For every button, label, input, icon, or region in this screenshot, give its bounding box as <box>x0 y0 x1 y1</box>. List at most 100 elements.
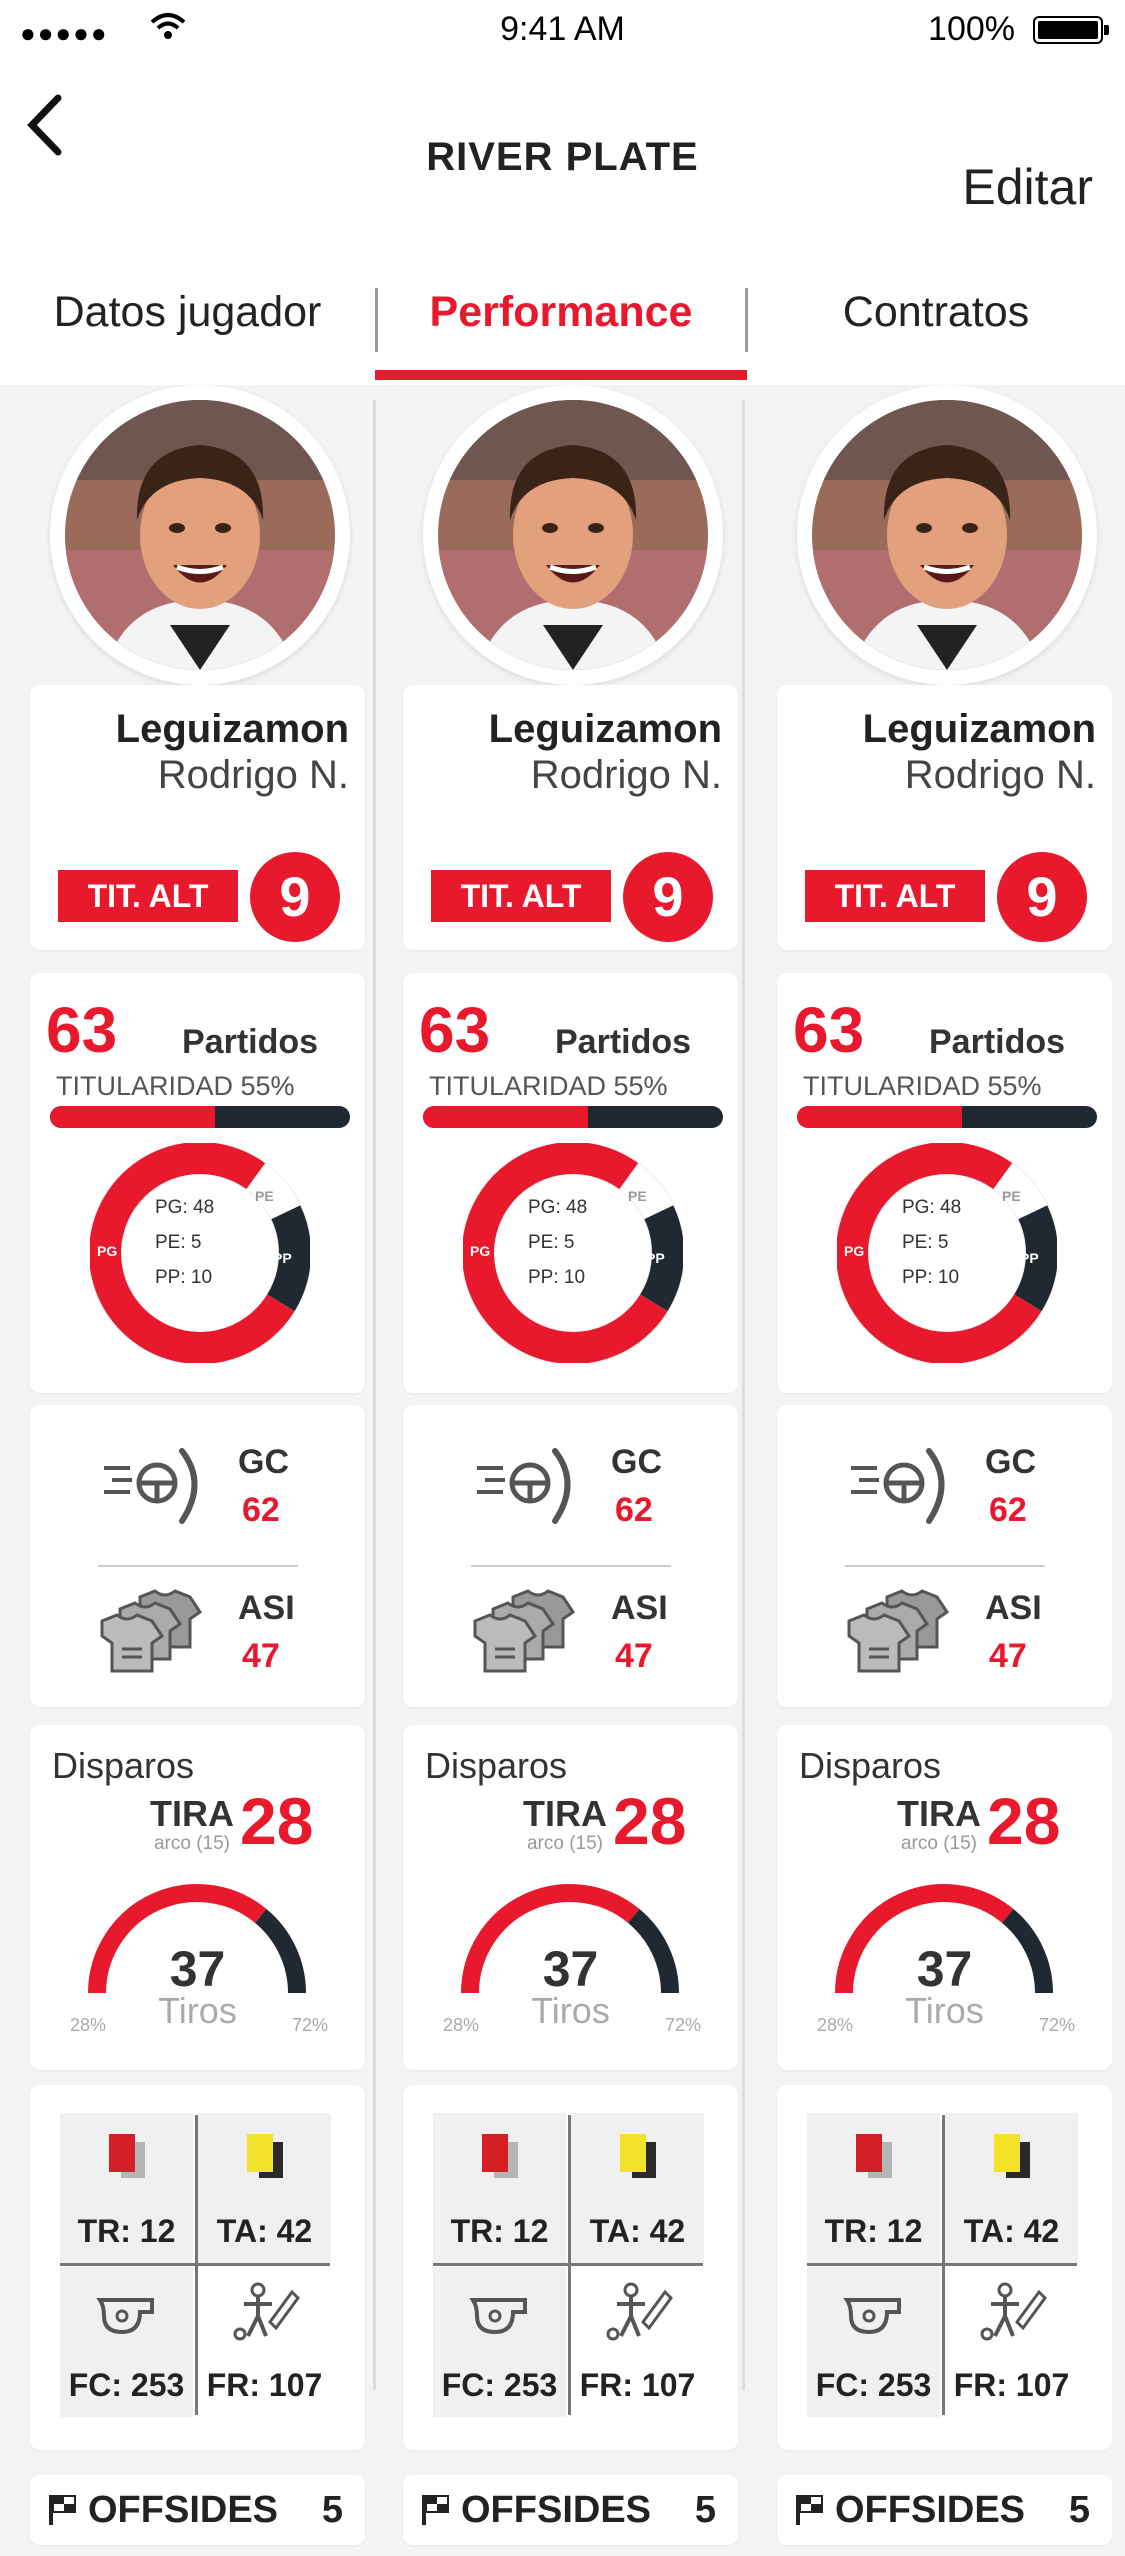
divider <box>471 1565 671 1567</box>
red-card-icon <box>855 2134 892 2178</box>
offside-flag-icon <box>49 2495 76 2525</box>
goals-value: 62 <box>242 1491 280 1529</box>
pg-stat-text: PG: 48 <box>528 1197 587 1218</box>
assists-label: ASI <box>611 1589 668 1627</box>
player-column[interactable]: Leguizamon Rodrigo N. TIT. ALT 9 63 Part… <box>777 385 1117 2556</box>
offsides-card: OFFSIDES 5 <box>777 2475 1112 2545</box>
matches-label: Partidos <box>182 1023 319 1061</box>
offsides-value: 5 <box>321 2489 343 2531</box>
yellow-card-icon <box>993 2134 1030 2178</box>
pg-segment-label: PG <box>470 1243 490 1259</box>
role-badge: TIT. ALT <box>58 870 238 922</box>
pp-segment-label: PP <box>273 1250 292 1266</box>
goals-label: GC <box>985 1443 1036 1481</box>
role-badge: TIT. ALT <box>431 870 611 922</box>
tab-datos-jugador[interactable]: Datos jugador <box>0 260 375 385</box>
tab-contratos[interactable]: Contratos <box>747 260 1125 385</box>
matches-count: 63 <box>46 994 118 1066</box>
pp-segment-label: PP <box>1020 1250 1039 1266</box>
jersey-number-badge: 9 <box>623 852 713 942</box>
offside-flag-icon <box>796 2495 823 2525</box>
starter-progress-bar <box>423 1106 723 1128</box>
shots-title: Disparos <box>799 1745 942 1786</box>
assists-label: ASI <box>238 1589 295 1627</box>
tab-bar: Datos jugador Performance Contratos <box>0 260 1125 385</box>
player-last-name: Leguizamon <box>862 707 1096 751</box>
gauge-right-percent: 72% <box>292 2015 329 2035</box>
edit-button[interactable]: Editar <box>962 158 1093 216</box>
tab-divider <box>745 288 748 352</box>
player-column[interactable]: Leguizamon Rodrigo N. TIT. ALT 9 63 Part… <box>403 385 743 2556</box>
pe-segment-label: PE <box>255 1188 274 1204</box>
fouls-committed-value: FC: 253 <box>68 2367 185 2403</box>
tab-divider <box>375 288 378 352</box>
pg-segment-label: PG <box>97 1243 117 1259</box>
column-divider <box>373 400 376 2390</box>
red-card-icon <box>481 2134 518 2178</box>
goals-assists-card: GC 62 ASI 47 <box>777 1405 1112 1707</box>
red-cards-value: TR: 12 <box>824 2213 923 2249</box>
whistle-icon <box>842 2298 901 2335</box>
pg-stat-text: PG: 48 <box>902 1197 961 1218</box>
starter-label: TITULARIDAD 55% <box>56 1071 295 1101</box>
offsides-value: 5 <box>1068 2489 1090 2531</box>
pe-segment-label: PE <box>628 1188 647 1204</box>
player-avatar <box>50 385 350 685</box>
matches-label: Partidos <box>555 1023 692 1061</box>
gauge-right-percent: 72% <box>665 2015 702 2035</box>
player-first-name: Rodrigo N. <box>530 753 722 797</box>
matches-card: 63 Partidos TITULARIDAD 55% PG: 48 PE: 5… <box>403 973 738 1393</box>
fouls-received-value: FR: 107 <box>206 2367 323 2403</box>
goals-value: 62 <box>615 1491 653 1529</box>
goals-label: GC <box>611 1443 662 1481</box>
player-avatar <box>797 385 1097 685</box>
red-cards-value: TR: 12 <box>77 2213 176 2249</box>
jerseys-icon <box>847 1589 950 1673</box>
role-badge: TIT. ALT <box>805 870 985 922</box>
fouls-received-cell: FR: 107 <box>571 2267 704 2417</box>
on-target-value: 28 <box>987 1784 1061 1858</box>
gauge-left-percent: 28% <box>70 2015 107 2035</box>
offsides-card: OFFSIDES 5 <box>403 2475 738 2545</box>
gauge-left-percent: 28% <box>817 2015 854 2035</box>
player-first-name: Rodrigo N. <box>157 753 349 797</box>
starter-label: TITULARIDAD 55% <box>803 1071 1042 1101</box>
battery-icon <box>1033 16 1109 44</box>
player-first-name: Rodrigo N. <box>904 753 1096 797</box>
on-target-label: TIRA <box>523 1793 607 1834</box>
player-last-name: Leguizamon <box>488 707 722 751</box>
pp-stat-text: PP: 10 <box>528 1267 585 1288</box>
red-card-icon <box>108 2134 145 2178</box>
offsides-value: 5 <box>694 2489 716 2531</box>
player-column[interactable]: Leguizamon Rodrigo N. TIT. ALT 9 63 Part… <box>30 385 370 2556</box>
active-tab-indicator <box>375 370 747 380</box>
pe-stat-text: PE: 5 <box>155 1232 201 1253</box>
starter-label: TITULARIDAD 55% <box>429 1071 668 1101</box>
red-cards-cell: TR: 12 <box>807 2113 940 2263</box>
matches-count: 63 <box>419 994 491 1066</box>
pp-stat-text: PP: 10 <box>902 1267 959 1288</box>
pe-segment-label: PE <box>1002 1188 1021 1204</box>
discipline-card: TR: 12 TA: 42 FC: 253 FR: 107 <box>777 2085 1112 2450</box>
gauge-right-percent: 72% <box>1039 2015 1076 2035</box>
jerseys-icon <box>100 1589 203 1673</box>
goals-value: 62 <box>989 1491 1027 1529</box>
tackle-icon <box>233 2282 300 2341</box>
red-cards-cell: TR: 12 <box>433 2113 566 2263</box>
player-avatar <box>423 385 723 685</box>
matches-card: 63 Partidos TITULARIDAD 55% PG: 48 PE: 5… <box>30 973 365 1393</box>
red-cards-cell: TR: 12 <box>60 2113 193 2263</box>
steering-wheel-icon <box>851 1448 945 1524</box>
grid-line <box>60 2263 330 2266</box>
tab-performance[interactable]: Performance <box>375 260 747 385</box>
fouls-received-value: FR: 107 <box>579 2367 696 2403</box>
offsides-card: OFFSIDES 5 <box>30 2475 365 2545</box>
offsides-label: OFFSIDES <box>835 2489 1026 2531</box>
player-photo <box>812 400 1082 670</box>
discipline-card: TR: 12 TA: 42 FC: 253 FR: 107 <box>30 2085 365 2450</box>
on-target-sub: arco (15) <box>153 1833 230 1854</box>
shots-title: Disparos <box>425 1745 568 1786</box>
page-title: RIVER PLATE <box>426 135 699 179</box>
assists-value: 47 <box>615 1637 653 1675</box>
goals-label: GC <box>238 1443 289 1481</box>
